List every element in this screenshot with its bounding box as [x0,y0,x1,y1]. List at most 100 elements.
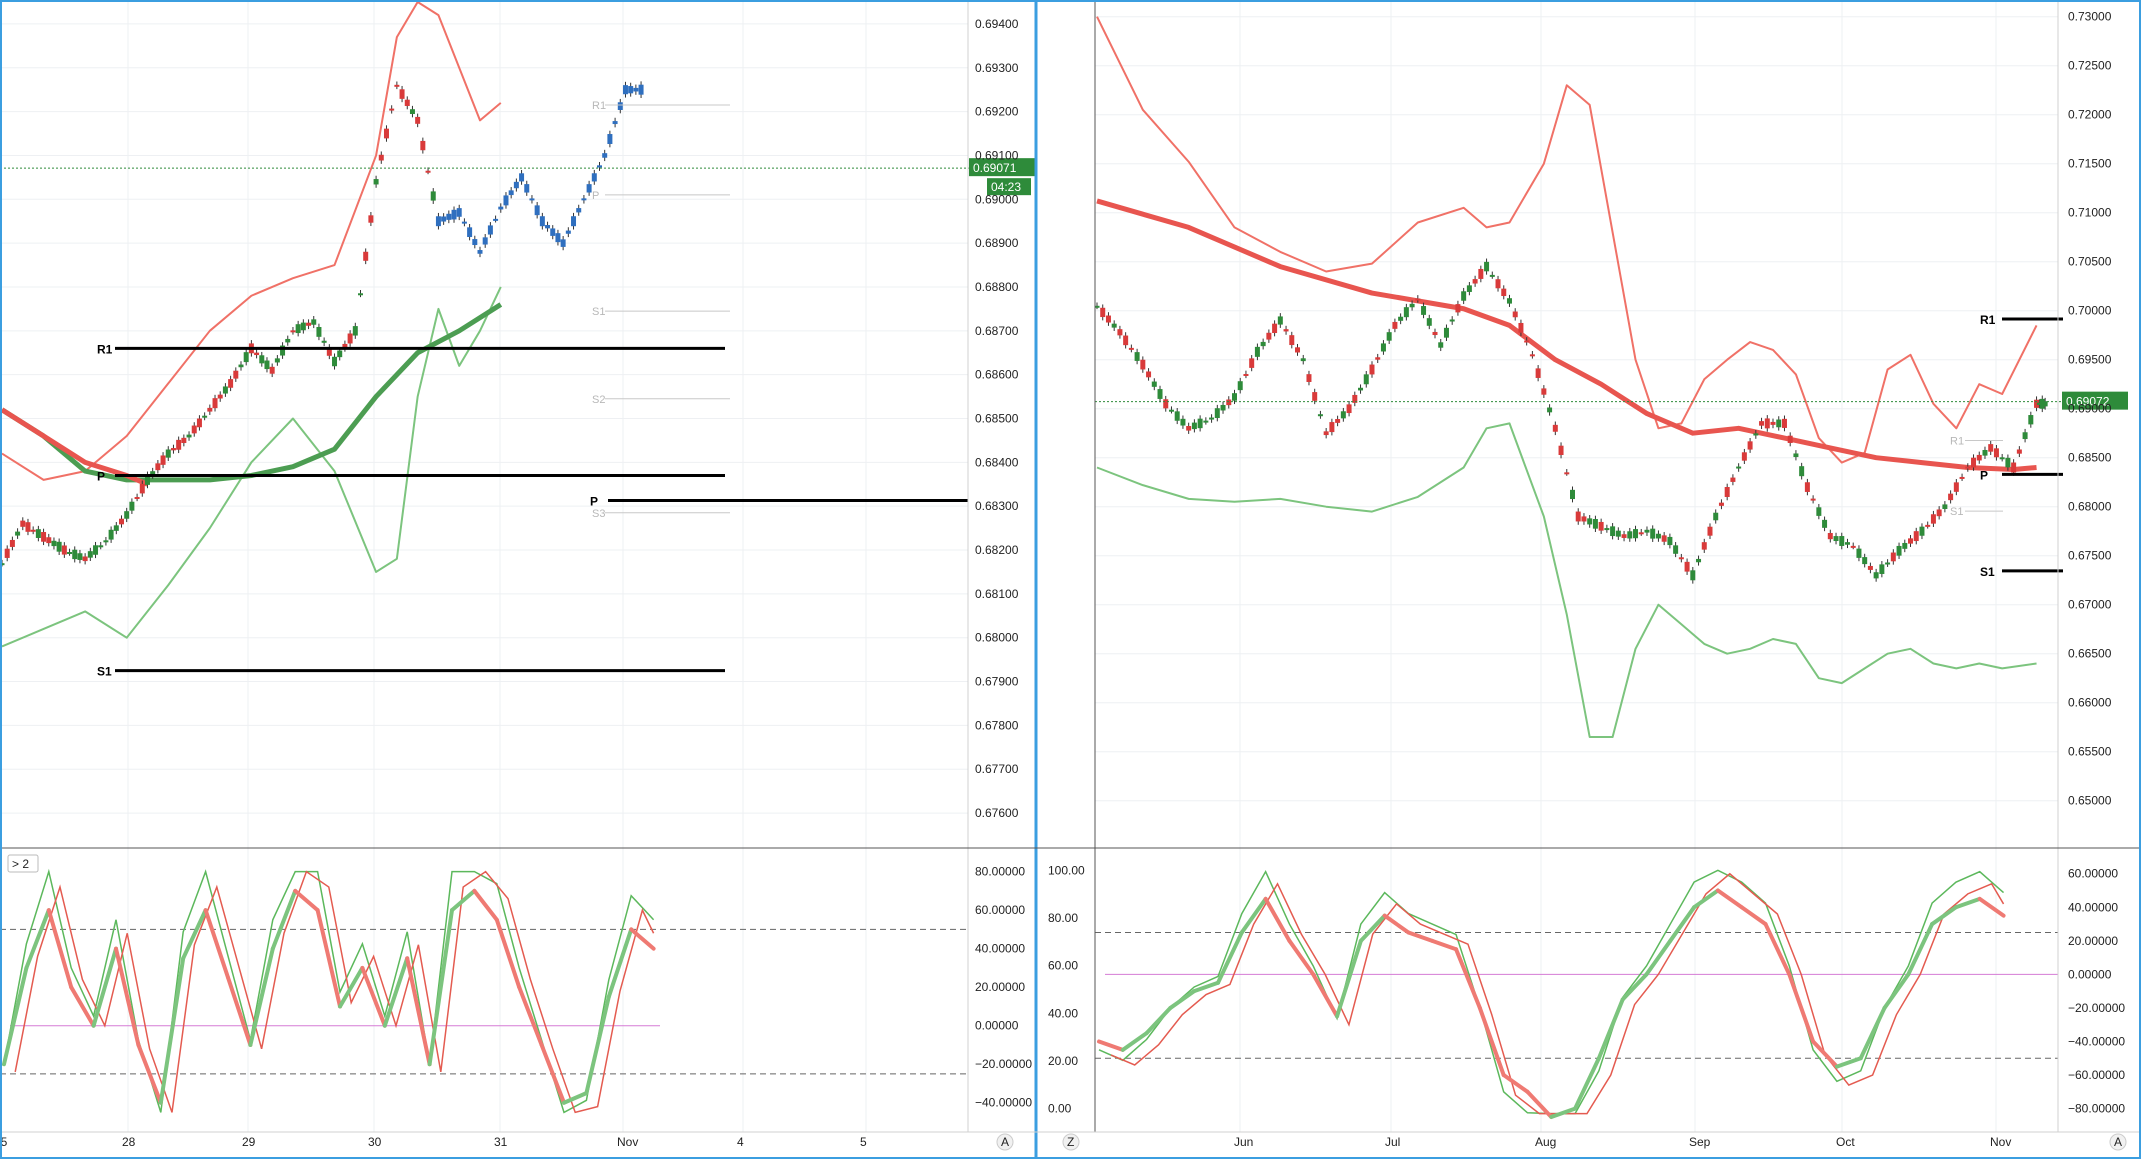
candle-body [602,153,608,158]
candle-body [477,250,483,254]
candle-body [176,439,182,450]
oscillator-main-segment [1620,972,1649,1002]
oscillator-main-segment [1763,922,1792,977]
pivot-level-label-faint: S1 [592,306,605,318]
candle-body [638,84,644,95]
candle-body [56,541,62,552]
candle-body [1214,408,1220,419]
price-tick-label: 0.65500 [2068,745,2112,759]
date-tick-label: Jun [1234,1135,1253,1149]
candle-body [1312,392,1318,401]
candle-body [1867,565,1873,570]
price-tick-label: 0.69300 [975,61,1019,75]
candle-body [456,208,462,217]
candle-body [399,89,405,99]
candle-body [1146,371,1152,378]
candle-body [373,179,379,185]
candle-body [1885,562,1891,565]
candle-body [259,355,265,364]
oscillator-tick-label: −60.00000 [2068,1068,2125,1082]
candle-body [524,184,530,193]
candle-body [1856,548,1862,558]
candle-body [77,553,83,560]
candle-body [1197,418,1203,429]
date-tick-label: 5 [860,1135,867,1149]
candle-body [1415,298,1421,301]
candle-body [1506,298,1512,304]
candle-body [2022,432,2028,440]
price-tick-label: 0.68600 [975,368,1019,382]
candle-body [1421,306,1427,315]
candle-body [67,552,73,555]
oscillator-tick-label: −40.00000 [975,1096,1032,1110]
candle-body [1392,321,1398,329]
candle-body [1484,261,1490,272]
candle-body [555,233,561,243]
candle-body [1547,407,1553,413]
candle-body [1203,420,1209,423]
candle-body [1237,381,1243,391]
candle-body [1449,319,1455,322]
candle-body [1552,424,1558,432]
candle-body [1696,558,1702,563]
candle-body [1209,417,1215,420]
oscillator-main-segment [1311,972,1340,1019]
date-tick-label: Jul [1385,1135,1400,1149]
oscillator-main-segment [382,956,410,1028]
date-tick-label: 28 [122,1135,136,1149]
candle-body [1850,545,1856,548]
candle-body [1535,368,1541,378]
candle-body [1518,322,1524,333]
candle-body [1432,331,1438,336]
candle-body [529,198,535,201]
oscillator-main-segment [1454,947,1482,1010]
candle-body [238,364,244,368]
price-tick-label: 0.69500 [2068,353,2112,367]
candle-body [352,326,358,336]
candle-body [1759,421,1765,426]
candle-body [243,352,249,363]
candle-body [311,319,317,325]
candle-body [1971,457,1977,468]
candle-body [1650,528,1656,539]
frame-layer [0,0,2141,1159]
candle-body [1295,347,1301,353]
candle-body [1403,307,1409,318]
candle-body [332,356,338,367]
oscillator-tick-label: 60.00000 [975,903,1025,917]
date-tick-label: Aug [1535,1135,1556,1149]
oscillator-left-tick-label: 100.00 [1048,863,1085,877]
oscillator-main-segment [1858,1005,1887,1061]
candle-body [207,407,213,412]
oscillator-main-segment [1739,905,1768,927]
candle-body [254,352,260,356]
candle-body [472,239,478,246]
candle-body [1890,552,1896,562]
candle-body [1266,332,1272,340]
candle-body [316,326,322,337]
candle-body [1827,533,1833,540]
candle-body [446,213,452,220]
date-tick-label: Sep [1689,1135,1711,1149]
candle-body [1123,335,1129,346]
candle-body [337,350,343,358]
candle-body [607,134,613,144]
oscillator-main-segment [1977,896,2006,918]
candle-body [103,540,109,543]
candle-body [300,322,306,331]
candle-body [124,511,130,519]
oscillator-main-segment [1668,905,1697,943]
candle-body [1908,538,1914,544]
candle-body [25,522,31,532]
candle-body [389,108,395,111]
price-tick-label: 0.69000 [975,192,1019,206]
candle-body [1168,409,1174,412]
candle-body [1959,476,1965,479]
candle-body [1100,307,1106,318]
price-tick-label: 0.68000 [2068,500,2112,514]
candle-body [1667,536,1673,546]
candle-body [1988,444,1994,452]
candle-body [1186,426,1192,431]
candle-body [591,173,597,182]
oscillator-tick-label: 80.00000 [975,865,1025,879]
